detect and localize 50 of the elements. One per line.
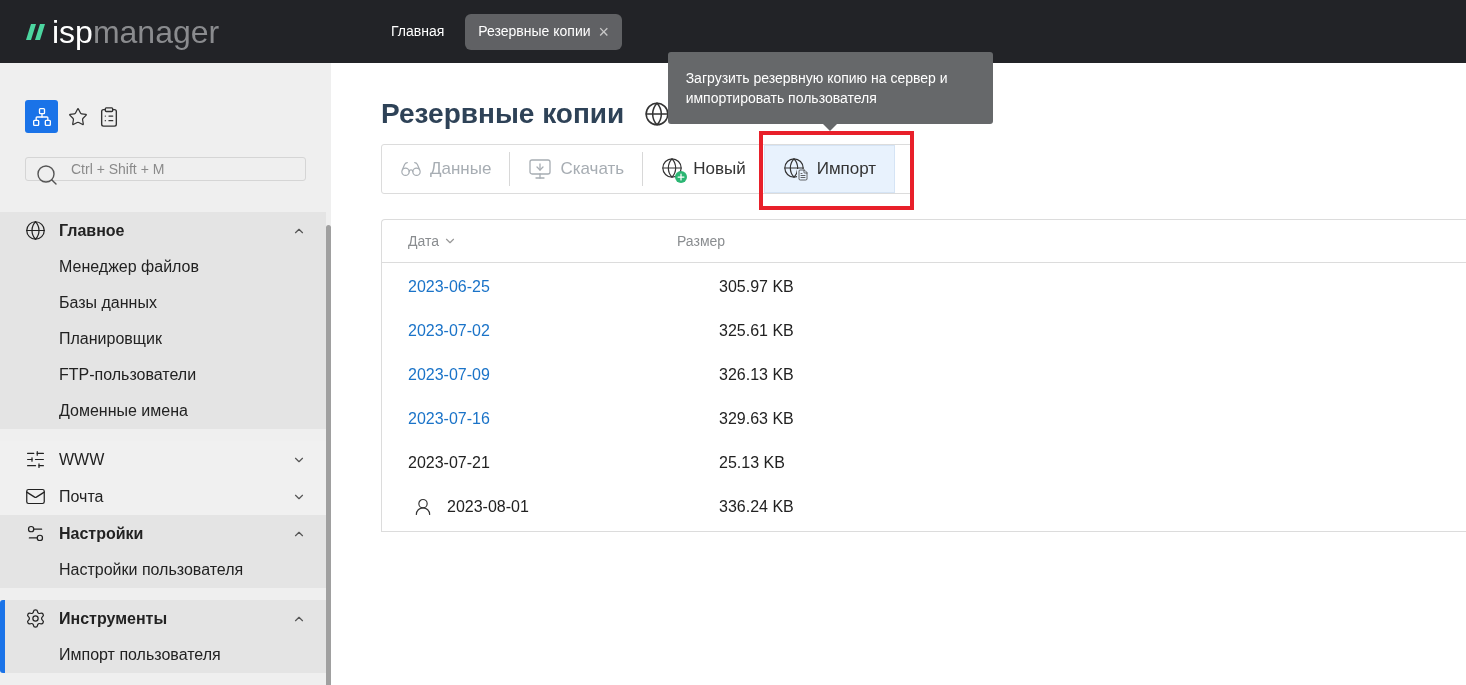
size-cell-text: 305.97 KB bbox=[719, 277, 794, 297]
size-cell-text: 336.24 KB bbox=[719, 497, 794, 517]
menu-item[interactable]: Планировщик bbox=[5, 321, 326, 357]
close-icon[interactable]: × bbox=[598, 22, 610, 41]
mail-icon bbox=[25, 486, 46, 507]
date-cell[interactable]: 2023-07-02 bbox=[408, 319, 490, 343]
page-title: Резервные копии bbox=[381, 97, 625, 131]
header-tab[interactable]: Главная bbox=[378, 13, 458, 50]
tooltip: Загрузить резервную копию на сервер и импортировать пользователя bbox=[667, 52, 993, 124]
menu-item[interactable]: Доменные имена bbox=[5, 393, 326, 429]
date-cell-text: 2023-07-21 bbox=[408, 453, 490, 473]
search-icon bbox=[35, 163, 59, 187]
settings-icon bbox=[25, 523, 46, 544]
date-cell[interactable]: 2023-07-16 bbox=[408, 407, 490, 431]
globe-plus-icon bbox=[661, 157, 686, 181]
menu-item[interactable]: Базы данных bbox=[5, 285, 326, 321]
menu-group-header[interactable]: Главное bbox=[5, 212, 326, 249]
menu-item[interactable]: Импорт пользователя bbox=[5, 637, 326, 673]
date-cell[interactable]: 2023-07-09 bbox=[408, 363, 490, 387]
size-cell-text: 325.61 KB bbox=[719, 321, 794, 341]
size-cell-text: 25.13 KB bbox=[719, 453, 785, 473]
size-cell-text: 326.13 KB bbox=[719, 365, 794, 385]
gear-icon bbox=[25, 608, 46, 629]
logo-text: isp bbox=[52, 13, 93, 50]
tooltip-pointer bbox=[822, 124, 837, 131]
size-cell-text: 329.63 KB bbox=[719, 409, 794, 429]
tree-view-icon[interactable] bbox=[25, 100, 58, 133]
toolbar-button[interactable]: Новый bbox=[643, 145, 764, 193]
menu-item[interactable]: FTP-пользователи bbox=[5, 357, 326, 393]
header-tab[interactable]: Резервные копии × bbox=[465, 13, 623, 50]
download-icon bbox=[528, 157, 553, 181]
menu-item[interactable]: Менеджер файлов bbox=[5, 249, 326, 285]
menu-group-header[interactable]: Настройки bbox=[5, 515, 326, 552]
date-cell-text: 2023-08-01 bbox=[447, 497, 529, 517]
toolbar-button[interactable]: Импорт bbox=[763, 145, 896, 193]
globe-file-icon bbox=[782, 157, 809, 181]
user-icon bbox=[413, 497, 433, 517]
logo-text: manager bbox=[92, 13, 220, 50]
clipboard-icon[interactable] bbox=[98, 105, 120, 128]
menu-group-header[interactable]: Инструменты bbox=[5, 600, 326, 637]
globe-icon bbox=[25, 220, 46, 241]
star-icon[interactable] bbox=[68, 106, 88, 127]
search-field[interactable]: Ctrl + Shift + M bbox=[25, 157, 306, 181]
menu-group-header[interactable]: Почта bbox=[5, 478, 326, 515]
sliders-icon bbox=[25, 449, 46, 470]
date-cell[interactable]: 2023-06-25 bbox=[408, 275, 490, 299]
logo-icon bbox=[26, 23, 46, 40]
globe-icon[interactable] bbox=[644, 101, 671, 127]
menu-item[interactable]: Настройки пользователя bbox=[5, 552, 326, 588]
menu-group-header[interactable]: WWW bbox=[5, 441, 326, 478]
